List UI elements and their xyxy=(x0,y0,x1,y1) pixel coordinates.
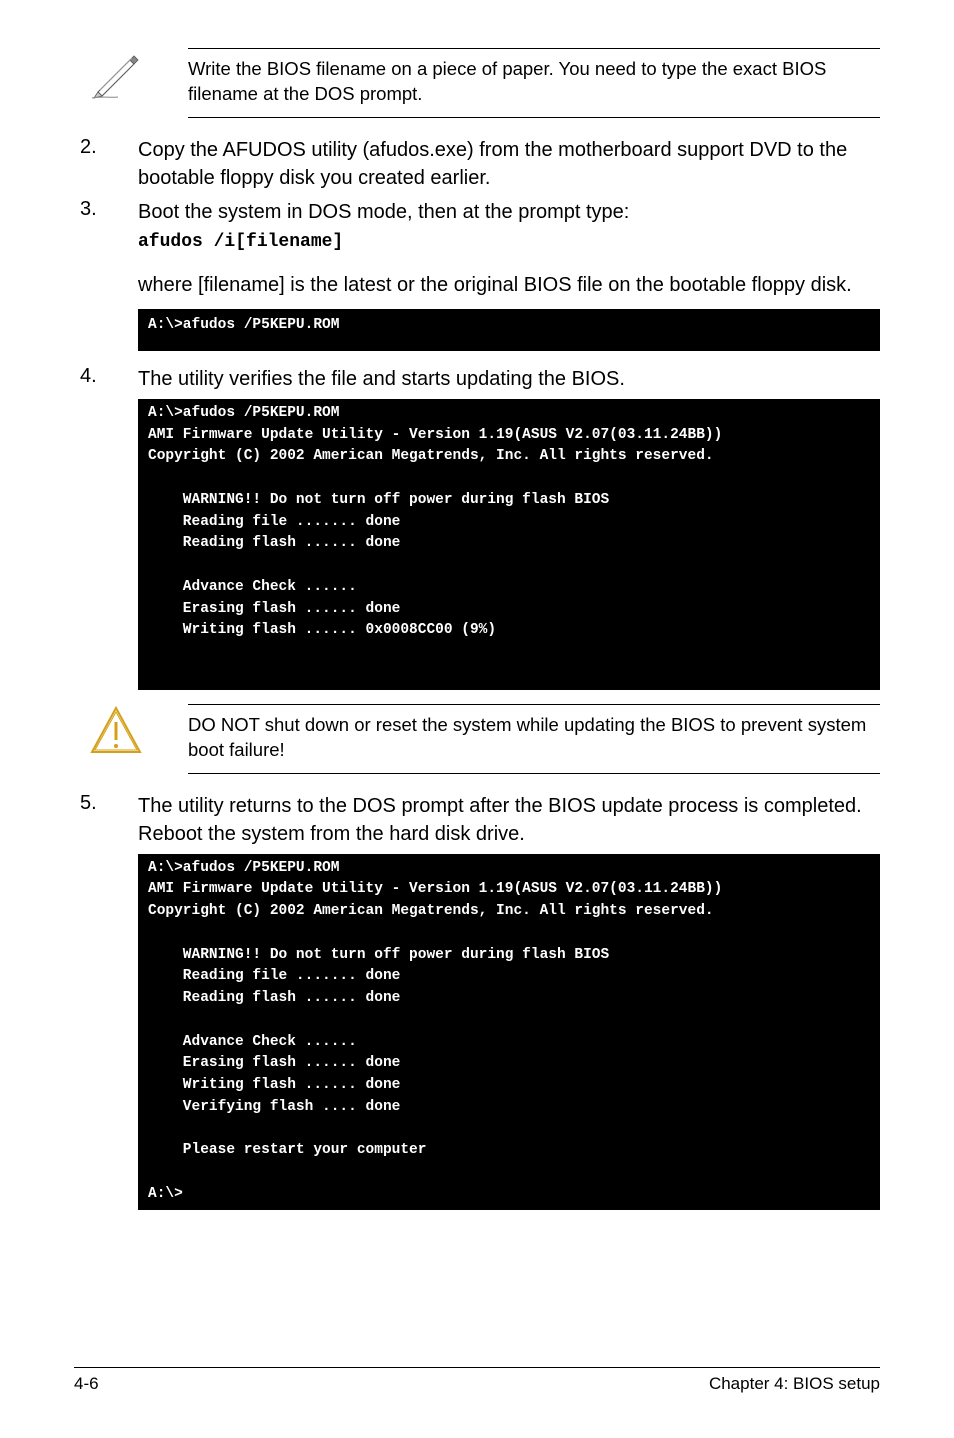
warning-block: DO NOT shut down or reset the system whi… xyxy=(90,704,880,774)
step-number: 3. xyxy=(80,198,108,265)
note-text-content: Write the BIOS filename on a piece of pa… xyxy=(188,58,826,104)
warning-text-content: DO NOT shut down or reset the system whi… xyxy=(188,714,866,760)
pencil-note-icon xyxy=(90,48,142,100)
step-body: The utility returns to the DOS prompt af… xyxy=(138,792,880,848)
note-block: Write the BIOS filename on a piece of pa… xyxy=(90,48,880,118)
code-inline: afudos /i[filename] xyxy=(138,230,880,255)
terminal-output-1: A:\>afudos /P5KEPU.ROM xyxy=(138,309,880,351)
page-footer: 4-6 Chapter 4: BIOS setup xyxy=(74,1367,880,1394)
step-body: The utility verifies the file and starts… xyxy=(138,365,880,393)
step-body: Copy the AFUDOS utility (afudos.exe) fro… xyxy=(138,136,880,192)
step3-text: Boot the system in DOS mode, then at the… xyxy=(138,201,629,223)
step-number: 5. xyxy=(80,792,108,848)
terminal-output-3: A:\>afudos /P5KEPU.ROM AMI Firmware Upda… xyxy=(138,854,880,1210)
note-text: Write the BIOS filename on a piece of pa… xyxy=(188,48,880,118)
step-2: 2. Copy the AFUDOS utility (afudos.exe) … xyxy=(80,136,880,192)
step-4: 4. The utility verifies the file and sta… xyxy=(80,365,880,393)
chapter-title: Chapter 4: BIOS setup xyxy=(709,1374,880,1394)
step-3: 3. Boot the system in DOS mode, then at … xyxy=(80,198,880,265)
page-number: 4-6 xyxy=(74,1374,99,1394)
warning-text: DO NOT shut down or reset the system whi… xyxy=(188,704,880,774)
step-number: 4. xyxy=(80,365,108,393)
terminal-output-2: A:\>afudos /P5KEPU.ROM AMI Firmware Upda… xyxy=(138,399,880,690)
step-5: 5. The utility returns to the DOS prompt… xyxy=(80,792,880,848)
step-number: 2. xyxy=(80,136,108,192)
warning-triangle-icon xyxy=(90,704,142,756)
step-body: Boot the system in DOS mode, then at the… xyxy=(138,198,880,265)
step3-continuation: where [filename] is the latest or the or… xyxy=(138,271,880,299)
